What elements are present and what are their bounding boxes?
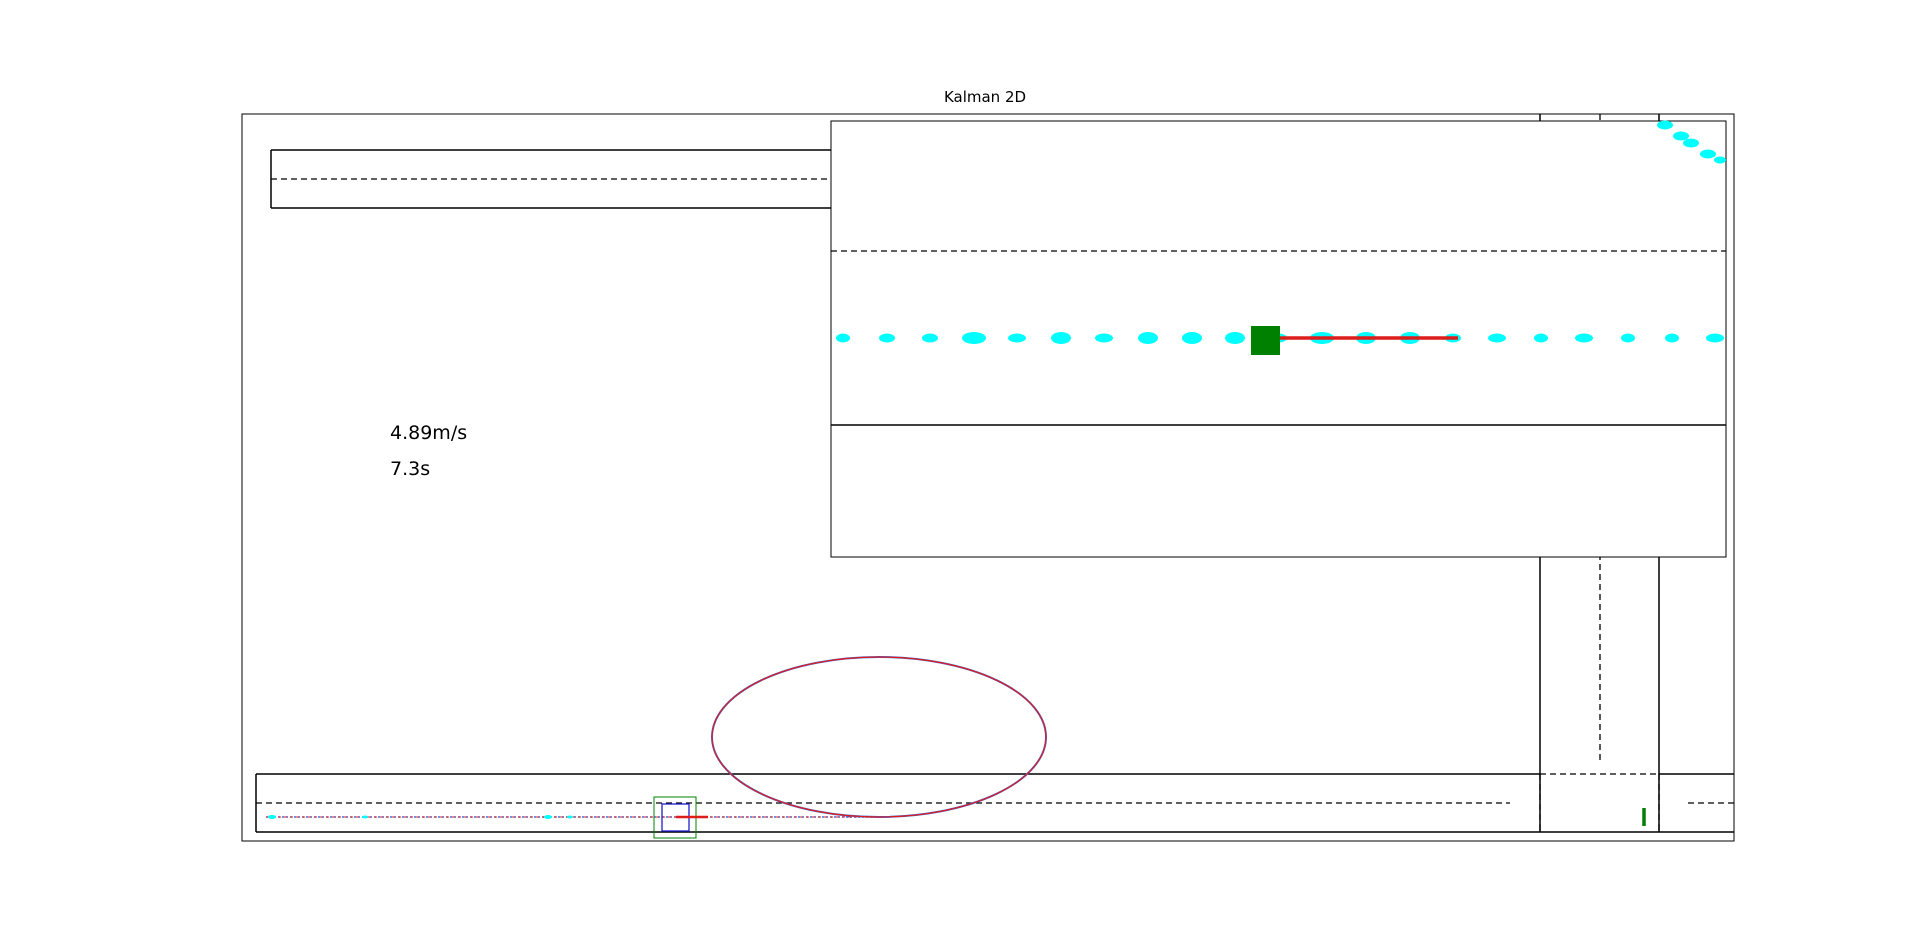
prediction-loop xyxy=(711,656,1047,818)
zoom-inset xyxy=(830,120,1727,558)
measurement-point xyxy=(1665,333,1679,343)
measurement-point xyxy=(268,815,276,819)
measurement-point xyxy=(922,333,938,343)
measurement-point xyxy=(1534,333,1548,343)
trajectory-bottom xyxy=(266,815,880,819)
road-bottom xyxy=(255,773,1734,833)
estimate-loop xyxy=(711,656,1047,818)
measurement-point xyxy=(1621,333,1635,343)
kalman-plot xyxy=(241,113,1735,842)
inset-vehicle xyxy=(1251,326,1280,355)
measurement-point xyxy=(567,815,573,819)
measurement-point xyxy=(1051,332,1071,344)
measurement-point xyxy=(1138,332,1158,344)
measurement-point xyxy=(962,332,986,344)
measurement-point xyxy=(1488,333,1506,343)
measurement-point xyxy=(1182,332,1202,344)
measurement-point xyxy=(1714,156,1726,164)
measurement-point xyxy=(1700,149,1716,159)
measurement-point xyxy=(1095,333,1113,343)
measurement-point xyxy=(1575,333,1593,343)
measurement-point xyxy=(1657,120,1673,130)
measurement-point xyxy=(836,333,850,343)
measurement-point xyxy=(1673,131,1689,141)
measurement-point xyxy=(1008,333,1026,343)
measurement-point xyxy=(1225,332,1245,344)
measurement-point xyxy=(544,815,552,819)
measurement-point xyxy=(1683,138,1699,148)
road-top xyxy=(270,149,832,209)
measurement-point xyxy=(879,333,895,343)
measurement-point xyxy=(362,815,368,819)
trajectory-loop xyxy=(711,656,1047,818)
measurement-point xyxy=(1706,333,1724,343)
